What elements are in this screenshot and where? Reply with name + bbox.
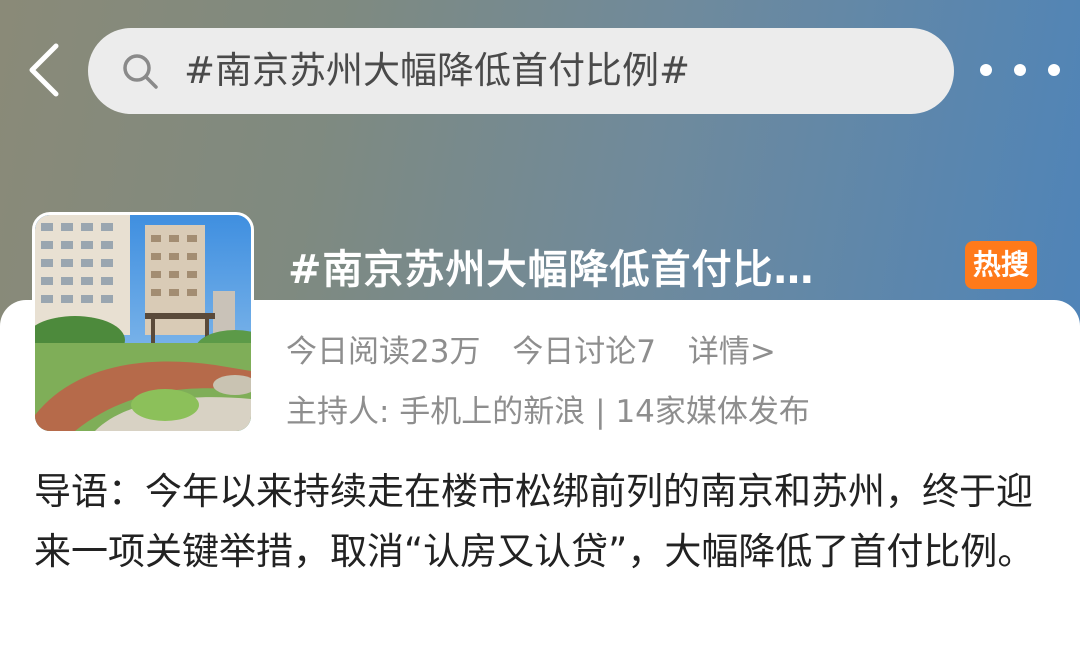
topic-thumbnail[interactable]: [32, 212, 254, 434]
host-info: 主持人: 手机上的新浪 | 14家媒体发布: [286, 394, 810, 430]
back-button[interactable]: [22, 40, 66, 100]
more-options-button[interactable]: [980, 52, 1060, 88]
topic-intro: 导语：今年以来持续走在楼市松绑前列的南京和苏州，终于迎来一项关键举措，取消“认房…: [34, 470, 1035, 573]
search-icon: [123, 54, 158, 89]
apartment-photo: [35, 215, 251, 431]
more-dot-icon: [980, 64, 992, 76]
details-link[interactable]: 详情>: [688, 334, 776, 370]
read-count: 今日阅读23万: [286, 334, 481, 370]
hot-search-badge: 热搜: [965, 241, 1037, 289]
discussion-count: 今日讨论7: [512, 334, 657, 370]
search-query[interactable]: #南京苏州大幅降低首付比例#: [184, 28, 690, 114]
more-dot-icon: [1048, 64, 1060, 76]
more-dot-icon: [1014, 64, 1026, 76]
topic-title[interactable]: #南京苏州大幅降低首付比…: [288, 238, 928, 302]
search-bar[interactable]: #南京苏州大幅降低首付比例#: [88, 28, 954, 114]
topic-stats: 今日阅读23万 今日讨论7 详情>: [286, 328, 798, 376]
chevron-left-icon: [29, 43, 59, 97]
